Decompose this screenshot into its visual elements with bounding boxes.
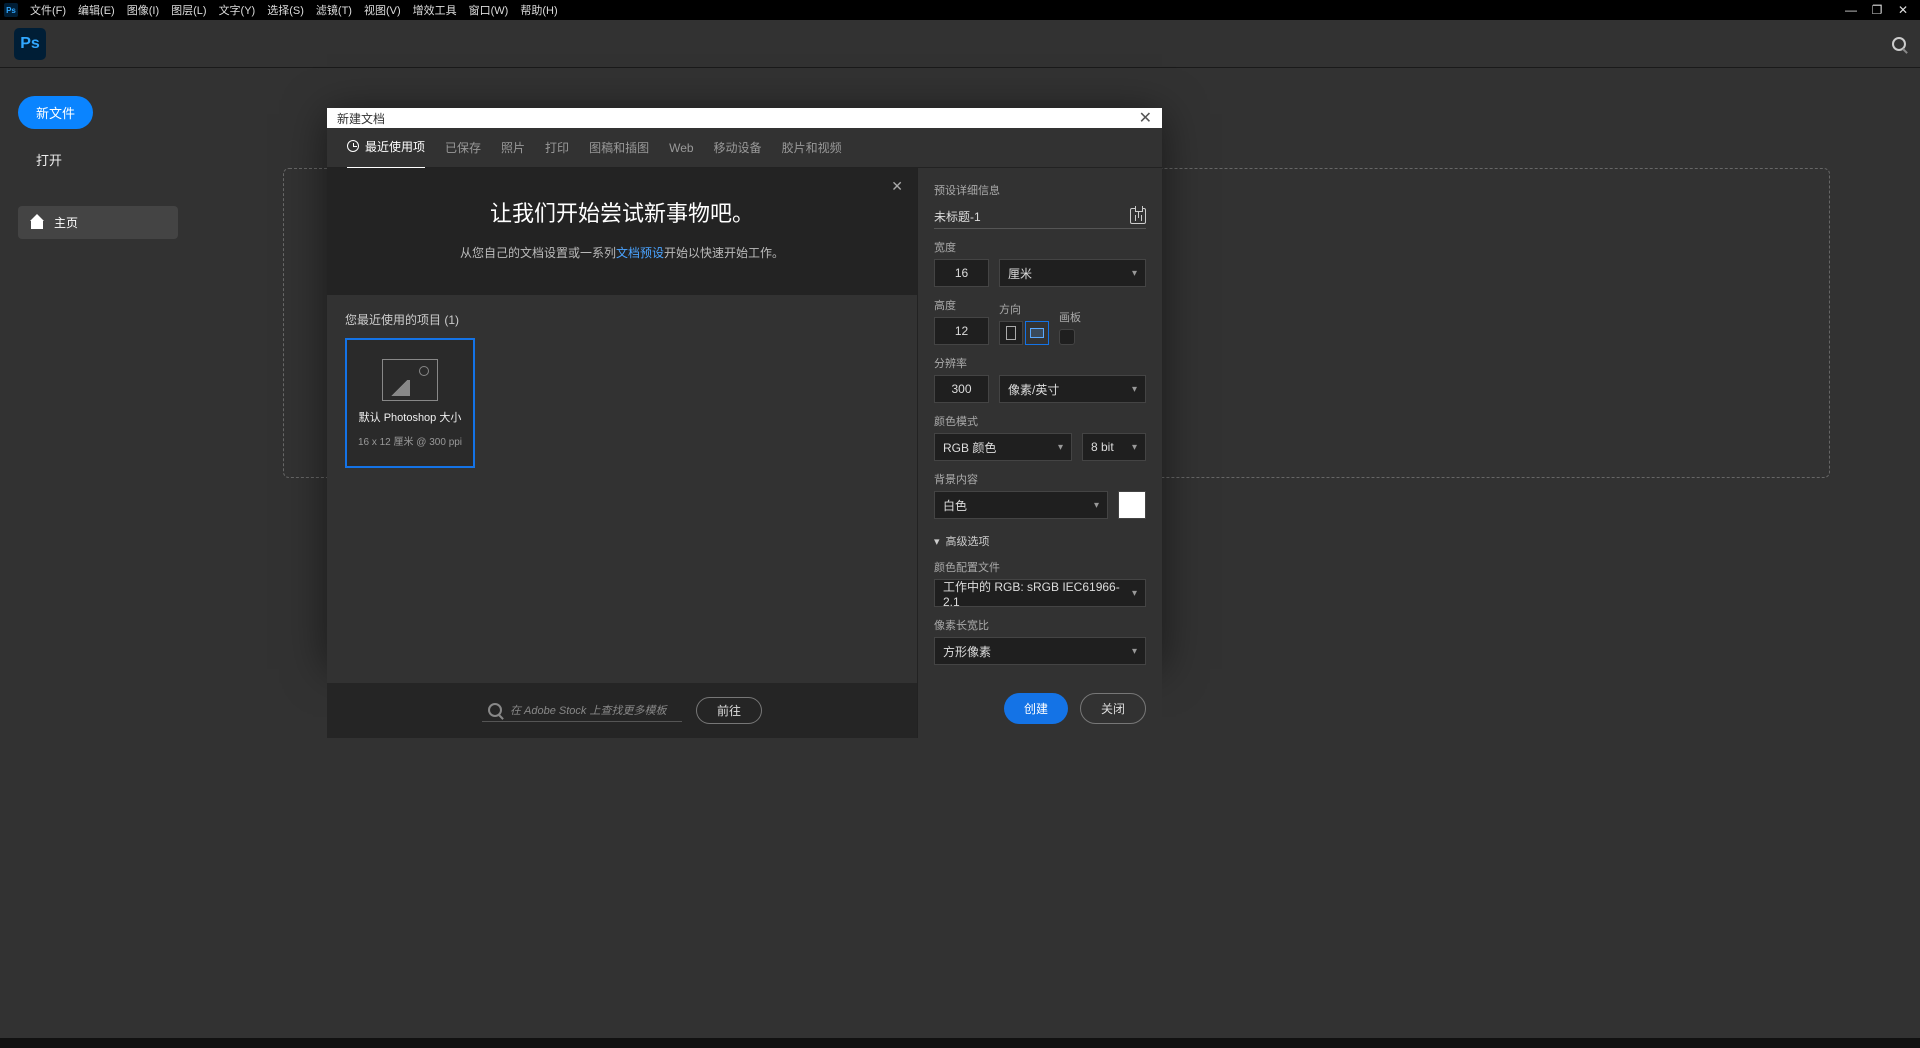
chevron-down-icon: ▾ [1132, 646, 1137, 657]
dialog-title: 新建文档 [337, 110, 385, 127]
new-document-dialog: 新建文档 ✕ 最近使用项 已保存 照片 打印 图稿和插图 Web 移动设备 胶片… [327, 108, 1162, 663]
stock-go-button[interactable]: 前往 [696, 697, 762, 724]
menu-type[interactable]: 文字(Y) [213, 2, 262, 18]
hero-text: 从您自己的文档设置或一系列文档预设开始以快速开始工作。 [347, 244, 897, 261]
background-swatch[interactable] [1118, 491, 1146, 519]
hero-link[interactable]: 文档预设 [616, 246, 664, 260]
open-file-button[interactable]: 打开 [18, 143, 80, 176]
close-button[interactable]: 关闭 [1080, 693, 1146, 724]
search-icon[interactable] [1892, 37, 1906, 51]
dialog-left-pane: ✕ 让我们开始尝试新事物吧。 从您自己的文档设置或一系列文档预设开始以快速开始工… [327, 168, 917, 738]
app-icon: Ps [4, 3, 18, 17]
orientation-landscape[interactable] [1025, 321, 1049, 345]
tab-art[interactable]: 图稿和插图 [589, 127, 649, 168]
os-menubar: Ps 文件(F) 编辑(E) 图像(I) 图层(L) 文字(Y) 选择(S) 滤… [0, 0, 1920, 20]
menu-layer[interactable]: 图层(L) [165, 2, 212, 18]
hero-title: 让我们开始尝试新事物吧。 [347, 196, 897, 228]
home-left-panel: 新文件 打开 主页 [0, 68, 270, 267]
search-icon [488, 703, 502, 717]
create-button[interactable]: 创建 [1004, 693, 1068, 724]
menu-file[interactable]: 文件(F) [24, 2, 72, 18]
color-profile-label: 颜色配置文件 [934, 559, 1146, 575]
artboard-checkbox[interactable] [1059, 329, 1075, 345]
pixel-aspect-label: 像素长宽比 [934, 617, 1146, 633]
menu-edit[interactable]: 编辑(E) [72, 2, 121, 18]
color-profile-select[interactable]: 工作中的 RGB: sRGB IEC61966-2.1▾ [934, 579, 1146, 607]
width-input[interactable] [934, 259, 989, 287]
tab-web[interactable]: Web [669, 129, 693, 167]
tab-saved[interactable]: 已保存 [445, 127, 481, 168]
chevron-down-icon: ▾ [1132, 442, 1137, 453]
nav-home[interactable]: 主页 [18, 206, 178, 239]
hero-banner: ✕ 让我们开始尝试新事物吧。 从您自己的文档设置或一系列文档预设开始以快速开始工… [327, 168, 917, 295]
menu-help[interactable]: 帮助(H) [514, 2, 563, 18]
tab-recent[interactable]: 最近使用项 [347, 126, 425, 170]
bit-depth-select[interactable]: 8 bit▾ [1082, 433, 1146, 461]
recent-label: 您最近使用的项目 (1) [327, 295, 917, 338]
doc-name-input[interactable] [934, 209, 1122, 223]
ps-logo: Ps [14, 28, 46, 60]
width-label: 宽度 [934, 239, 1146, 255]
orientation-portrait[interactable] [999, 321, 1023, 345]
height-label: 高度 [934, 297, 989, 313]
nav-home-label: 主页 [54, 214, 78, 231]
window-close[interactable]: ✕ [1890, 3, 1916, 17]
menu-plugins[interactable]: 增效工具 [407, 2, 463, 18]
menu-window[interactable]: 窗口(W) [463, 2, 515, 18]
stock-search-bar: 在 Adobe Stock 上查找更多模板 前往 [327, 683, 917, 738]
chevron-down-icon: ▾ [1132, 384, 1137, 395]
dialog-titlebar[interactable]: 新建文档 ✕ [327, 108, 1162, 128]
preset-thumb-icon [382, 359, 438, 401]
advanced-toggle[interactable]: ▾高级选项 [934, 533, 1146, 549]
menu-filter[interactable]: 滤镜(T) [310, 2, 358, 18]
hero-close-icon[interactable]: ✕ [891, 178, 903, 195]
preset-default[interactable]: 默认 Photoshop 大小 16 x 12 厘米 @ 300 ppi [345, 338, 475, 468]
color-mode-label: 颜色模式 [934, 413, 1146, 429]
background-label: 背景内容 [934, 471, 1146, 487]
resolution-input[interactable] [934, 375, 989, 403]
preset-meta: 16 x 12 厘米 @ 300 ppi [358, 433, 462, 448]
tab-mobile[interactable]: 移动设备 [714, 127, 762, 168]
dialog-right-pane: 预设详细信息 宽度 厘米▾ 高度 [917, 168, 1162, 738]
preset-name: 默认 Photoshop 大小 [359, 409, 462, 425]
menu-image[interactable]: 图像(I) [121, 2, 165, 18]
tab-film[interactable]: 胶片和视频 [782, 127, 842, 168]
chevron-down-icon: ▾ [1132, 268, 1137, 279]
background-select[interactable]: 白色▾ [934, 491, 1108, 519]
menu-select[interactable]: 选择(S) [261, 2, 310, 18]
orientation-label: 方向 [999, 301, 1049, 317]
chevron-down-icon: ▾ [1132, 588, 1137, 599]
menu-view[interactable]: 视图(V) [358, 2, 407, 18]
app-topbar: Ps [0, 20, 1920, 68]
tab-photo[interactable]: 照片 [501, 127, 525, 168]
stock-search-placeholder: 在 Adobe Stock 上查找更多模板 [510, 702, 667, 718]
chevron-down-icon: ▾ [934, 535, 940, 548]
chevron-down-icon: ▾ [1094, 500, 1099, 511]
dialog-close-icon[interactable]: ✕ [1139, 108, 1152, 128]
artboard-label: 画板 [1059, 309, 1081, 325]
window-maximize[interactable]: ❐ [1864, 3, 1890, 17]
clock-icon [347, 140, 359, 152]
dialog-tabs: 最近使用项 已保存 照片 打印 图稿和插图 Web 移动设备 胶片和视频 [327, 128, 1162, 168]
stock-search-input[interactable]: 在 Adobe Stock 上查找更多模板 [482, 699, 682, 722]
resolution-label: 分辨率 [934, 355, 1146, 371]
window-minimize[interactable]: — [1838, 3, 1864, 17]
color-mode-select[interactable]: RGB 颜色▾ [934, 433, 1072, 461]
pixel-aspect-select[interactable]: 方形像素▾ [934, 637, 1146, 665]
os-taskbar[interactable] [0, 1038, 1920, 1048]
details-heading: 预设详细信息 [934, 182, 1146, 198]
home-icon [30, 216, 44, 230]
resolution-unit-select[interactable]: 像素/英寸▾ [999, 375, 1146, 403]
new-file-button[interactable]: 新文件 [18, 96, 93, 129]
unit-select[interactable]: 厘米▾ [999, 259, 1146, 287]
height-input[interactable] [934, 317, 989, 345]
tab-print[interactable]: 打印 [545, 127, 569, 168]
save-preset-icon[interactable] [1130, 208, 1146, 224]
chevron-down-icon: ▾ [1058, 442, 1063, 453]
